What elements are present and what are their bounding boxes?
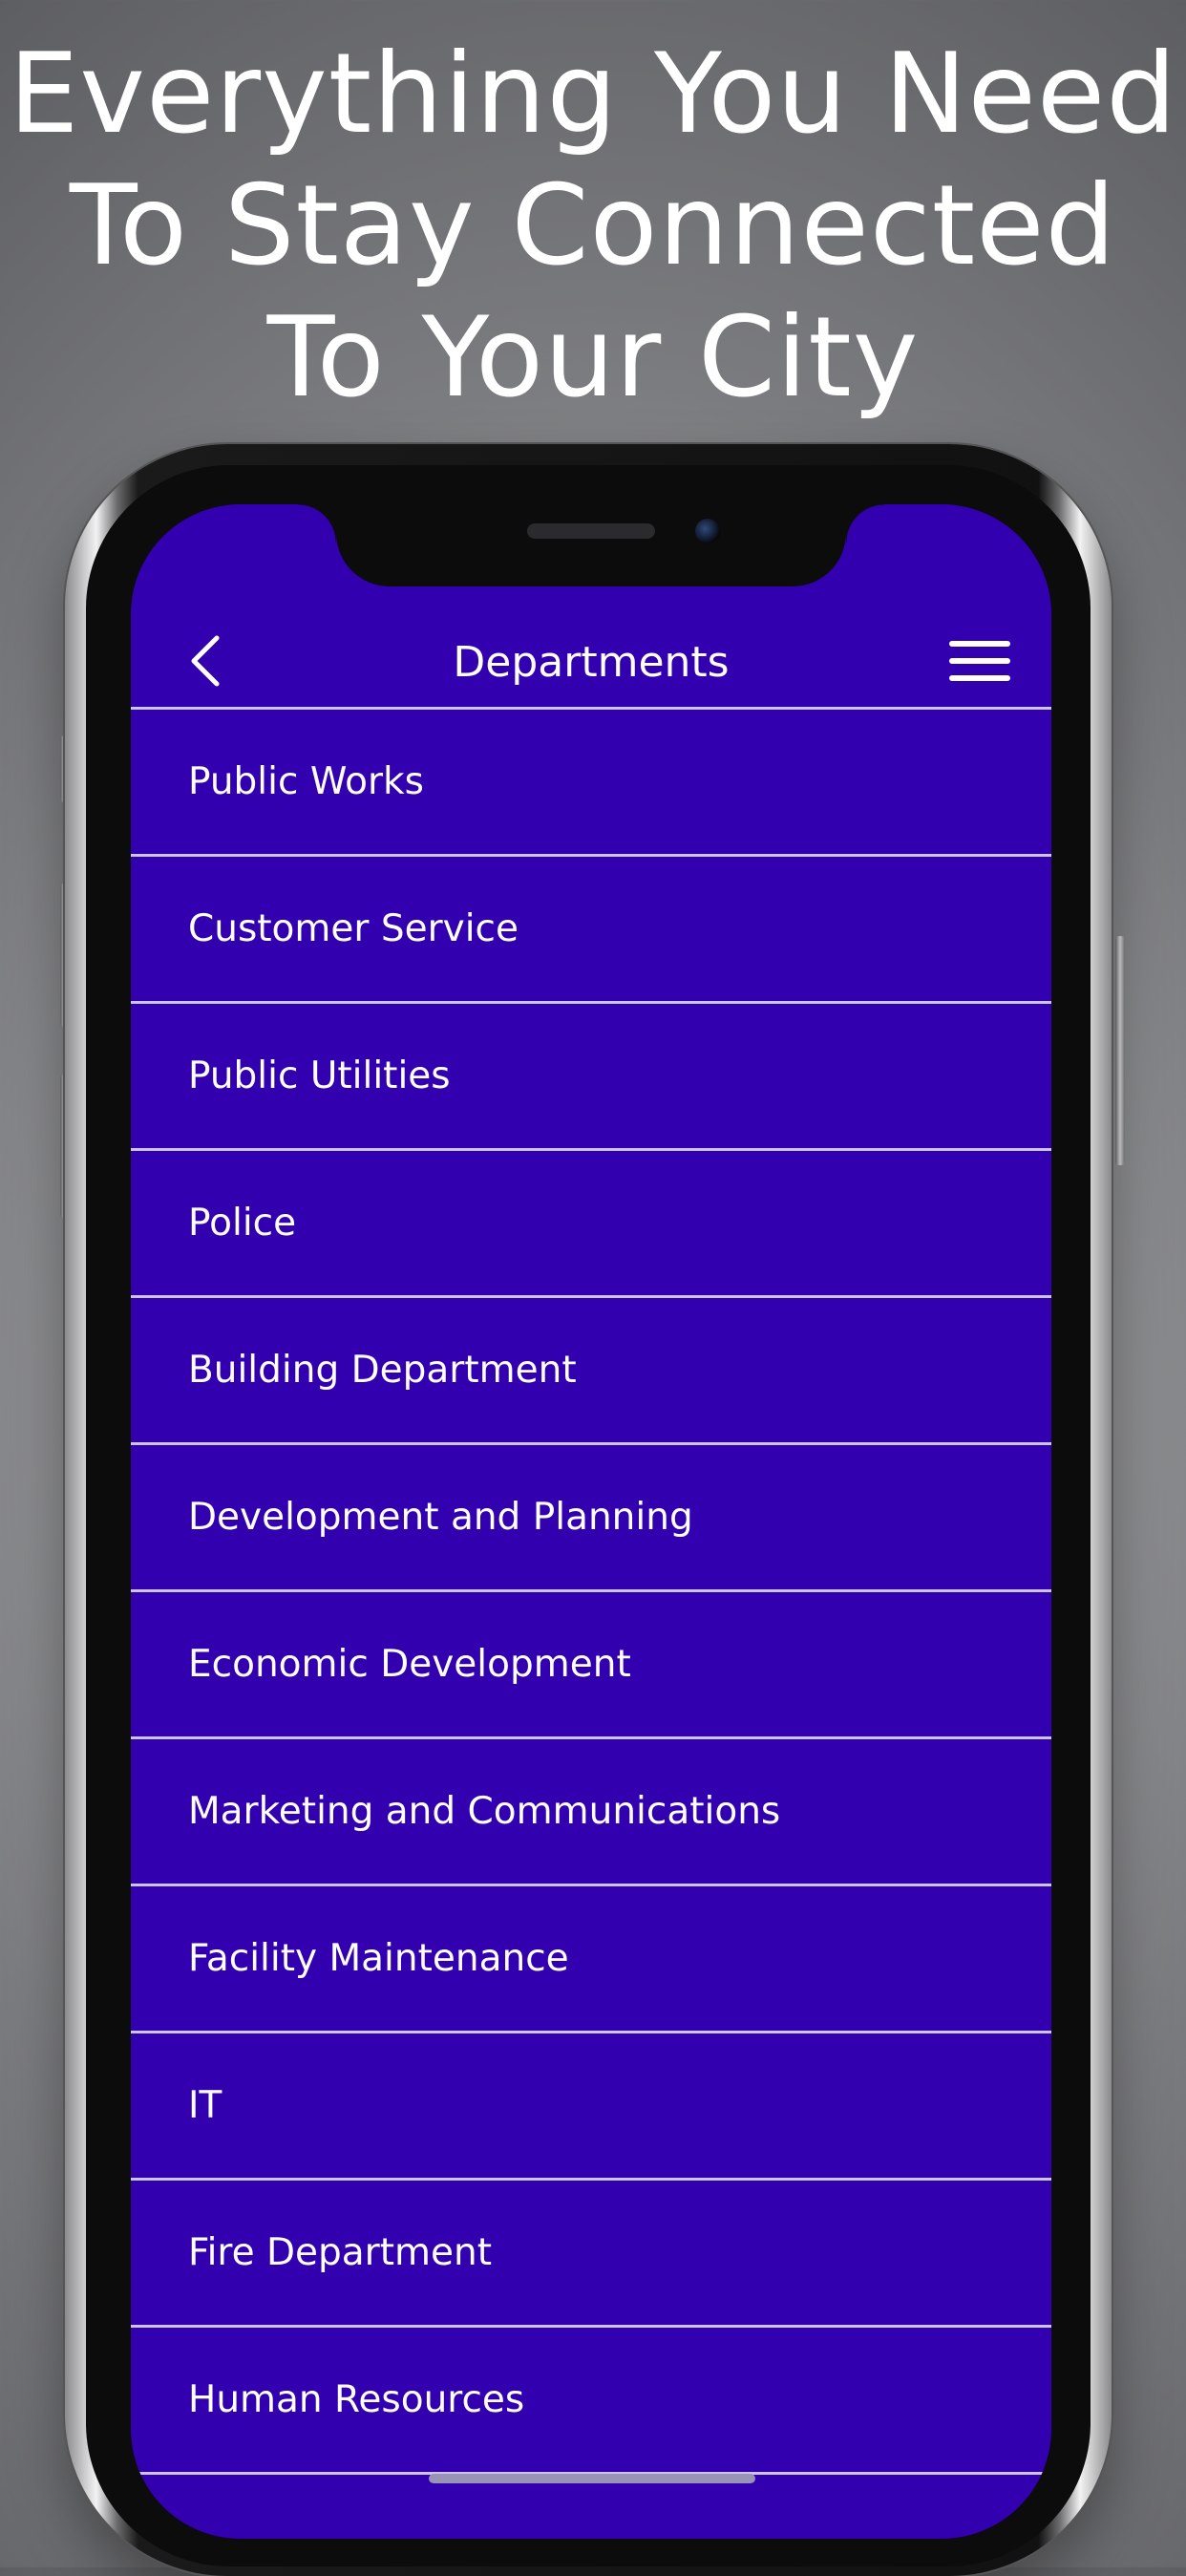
navigation-bar: Departments xyxy=(131,609,1051,716)
phone-notch xyxy=(298,504,884,586)
earpiece-speaker xyxy=(527,523,655,539)
headline-line-2: To Stay Connected xyxy=(69,161,1117,290)
page-title: Departments xyxy=(453,638,730,687)
list-item-human-resources[interactable]: Human Resources xyxy=(131,2328,1051,2475)
list-item-fire-department[interactable]: Fire Department xyxy=(131,2181,1051,2328)
headline-line-3: To Your City xyxy=(266,293,920,422)
home-indicator[interactable] xyxy=(429,2474,755,2483)
list-item-it[interactable]: IT xyxy=(131,2033,1051,2181)
list-item-customer-service[interactable]: Customer Service xyxy=(131,857,1051,1004)
front-camera xyxy=(695,519,720,543)
menu-button[interactable] xyxy=(948,634,1011,688)
back-button[interactable] xyxy=(180,632,234,690)
phone-screen: Departments Public Works Customer Servic… xyxy=(131,504,1051,2539)
departments-list: Public Works Customer Service Public Uti… xyxy=(131,707,1051,2475)
list-item-facility-maintenance[interactable]: Facility Maintenance xyxy=(131,1886,1051,2033)
hamburger-menu-icon xyxy=(949,641,1010,681)
chevron-left-icon xyxy=(191,635,220,687)
list-item-marketing-and-communications[interactable]: Marketing and Communications xyxy=(131,1739,1051,1886)
list-item-building-department[interactable]: Building Department xyxy=(131,1298,1051,1445)
list-item-police[interactable]: Police xyxy=(131,1151,1051,1298)
list-item-development-and-planning[interactable]: Development and Planning xyxy=(131,1445,1051,1592)
marketing-headline: Everything You Need To Stay Connected To… xyxy=(0,29,1186,424)
phone-power-button xyxy=(1115,936,1125,1165)
list-item-public-works[interactable]: Public Works xyxy=(131,710,1051,857)
list-item-economic-development[interactable]: Economic Development xyxy=(131,1592,1051,1739)
list-item-public-utilities[interactable]: Public Utilities xyxy=(131,1004,1051,1151)
headline-line-1: Everything You Need xyxy=(9,30,1177,159)
